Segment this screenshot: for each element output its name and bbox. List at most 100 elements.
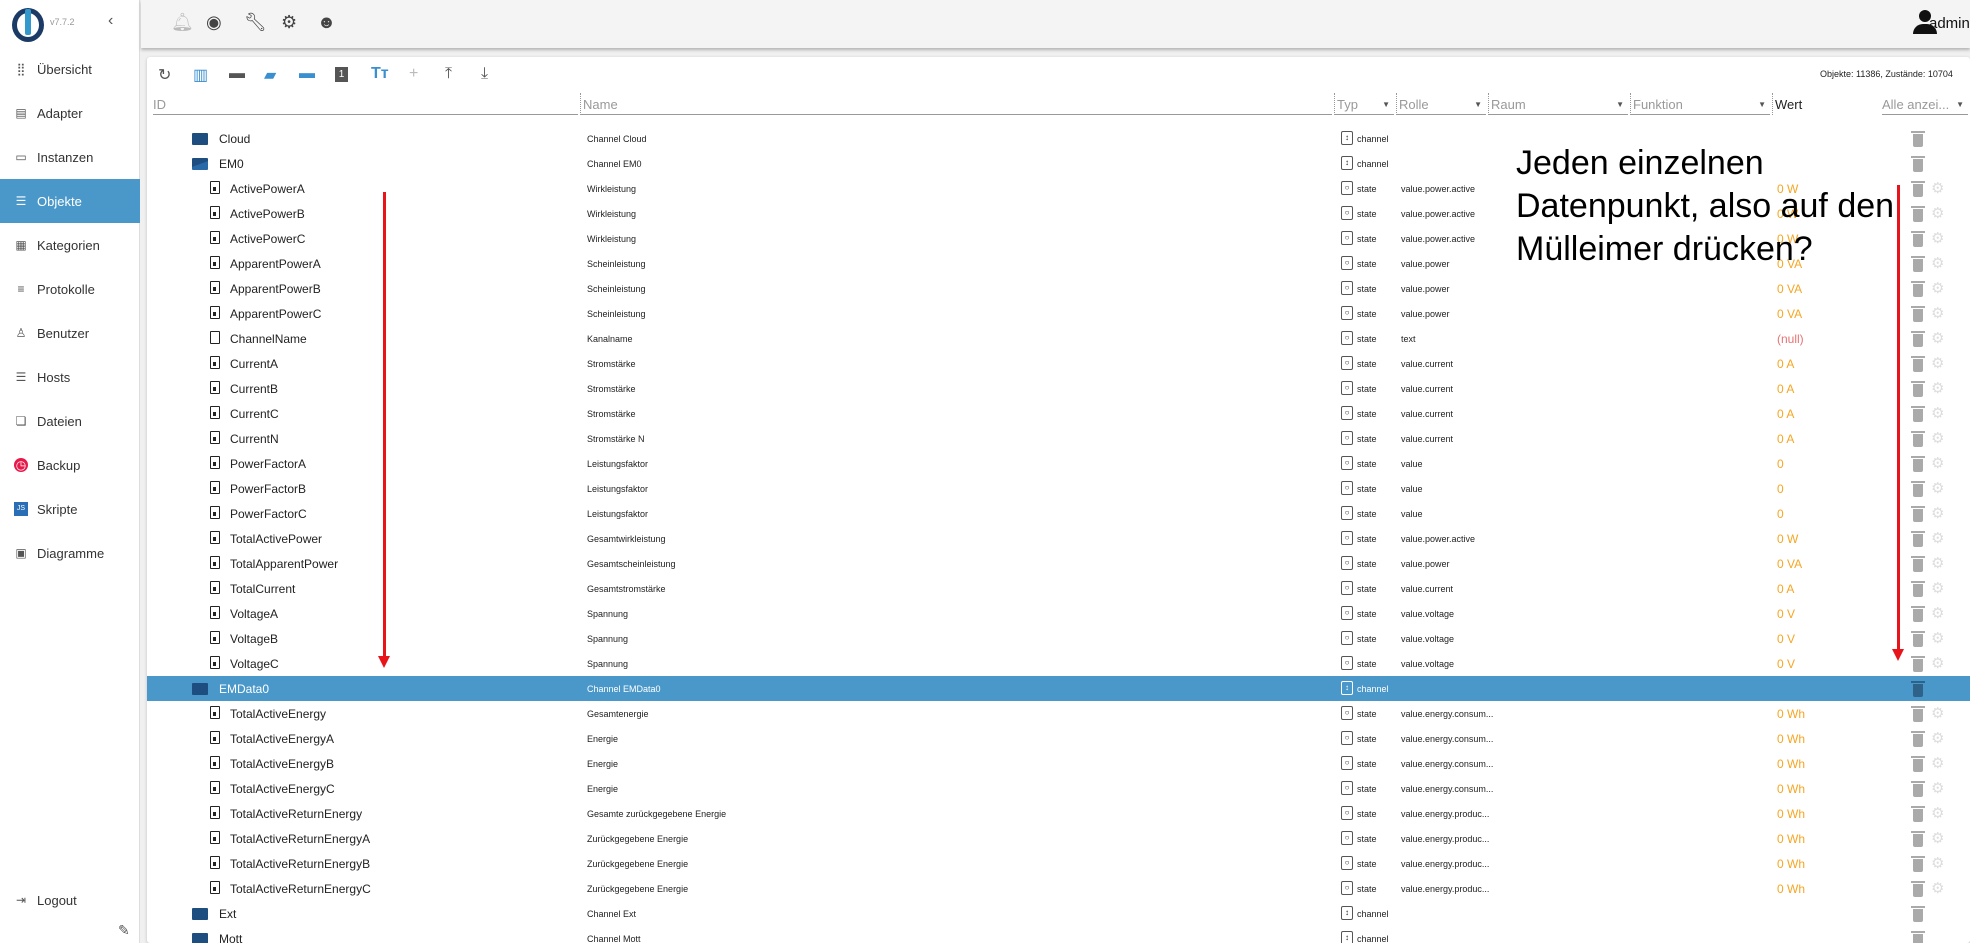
table-row[interactable]: TotalActiveEnergyB Energie ○ state value.ene… — [147, 751, 1970, 776]
download-icon[interactable]: ⤓ — [481, 65, 488, 83]
trash-icon[interactable] — [1911, 606, 1925, 622]
gear-icon[interactable]: ⚙ — [1931, 704, 1944, 722]
gear-icon[interactable]: ⚙ — [1931, 279, 1944, 297]
trash-icon[interactable] — [1911, 781, 1925, 797]
expert-head-icon[interactable]: ☻ — [317, 12, 336, 33]
trash-icon[interactable] — [1911, 931, 1925, 943]
trash-icon[interactable] — [1911, 506, 1925, 522]
object-value[interactable]: 0 V — [1777, 607, 1795, 621]
gear-icon[interactable]: ⚙ — [1931, 429, 1944, 447]
funktion-filter[interactable]: Funktion ▼ — [1630, 93, 1770, 115]
table-row[interactable]: ChannelName Kanalname ○ state text (null) ⚙ — [147, 326, 1970, 351]
object-value[interactable]: 0 W — [1777, 532, 1798, 546]
gear-icon[interactable]: ⚙ — [1931, 354, 1944, 372]
sidebar-item-skripte[interactable]: JS Skripte — [0, 487, 140, 531]
trash-icon[interactable] — [1911, 881, 1925, 897]
table-row[interactable]: VoltageA Spannung ○ state value.voltage 0 V ⚙ — [147, 601, 1970, 626]
trash-icon[interactable] — [1911, 431, 1925, 447]
object-value[interactable]: 0 V — [1777, 657, 1795, 671]
sidebar-item-übersicht[interactable]: ⣿ Übersicht — [0, 47, 140, 91]
folder-icon[interactable] — [192, 908, 208, 920]
columns-icon[interactable]: ▥ — [193, 65, 208, 85]
object-value[interactable]: 0 VA — [1777, 307, 1802, 321]
sidebar-item-instanzen[interactable]: ▭ Instanzen — [0, 135, 140, 179]
gear-icon[interactable]: ⚙ — [1931, 579, 1944, 597]
trash-icon[interactable] — [1911, 281, 1925, 297]
eye-icon[interactable]: ◉ — [206, 12, 222, 33]
gear-icon[interactable]: ⚙ — [1931, 379, 1944, 397]
sidebar-item-objekte[interactable]: ☰ Objekte — [0, 179, 140, 223]
table-row[interactable]: TotalActiveReturnEnergyA Zurückgegebene E… — [147, 826, 1970, 851]
gear-icon[interactable]: ⚙ — [1931, 754, 1944, 772]
trash-icon[interactable] — [1911, 856, 1925, 872]
table-row[interactable]: TotalActiveReturnEnergyC Zurückgegebene E… — [147, 876, 1970, 901]
folder-icon[interactable] — [192, 933, 208, 943]
gear-icon[interactable]: ⚙ — [1931, 404, 1944, 422]
object-value[interactable]: 0 Wh — [1777, 882, 1805, 896]
table-row[interactable]: TotalActivePower Gesamtwirkleistung ○ state… — [147, 526, 1970, 551]
folder-open-icon[interactable] — [192, 158, 208, 170]
table-row[interactable]: PowerFactorC Leistungsfaktor ○ state value 0 ⚙ — [147, 501, 1970, 526]
table-row[interactable]: PowerFactorA Leistungsfaktor ○ state value 0 ⚙ — [147, 451, 1970, 476]
trash-icon[interactable] — [1911, 631, 1925, 647]
add-icon[interactable]: + — [409, 65, 418, 83]
gear-icon[interactable]: ⚙ — [1931, 804, 1944, 822]
gear-icon[interactable]: ⚙ — [1931, 629, 1944, 647]
text-size-icon[interactable]: Tт — [371, 65, 389, 83]
sidebar-item-adapter[interactable]: ▤ Adapter — [0, 91, 140, 135]
trash-icon[interactable] — [1911, 731, 1925, 747]
gear-icon[interactable]: ⚙ — [1931, 479, 1944, 497]
gear-icon[interactable]: ⚙ — [1931, 304, 1944, 322]
gear-icon[interactable]: ⚙ — [1931, 729, 1944, 747]
folder-icon[interactable]: ▬ — [229, 65, 245, 83]
table-row[interactable]: CurrentN Stromstärke N ○ state value.current… — [147, 426, 1970, 451]
object-value[interactable]: 0 — [1777, 457, 1784, 471]
table-row[interactable]: TotalActiveEnergy Gesamtenergie ○ state valu… — [147, 701, 1970, 726]
table-row[interactable]: CurrentC Stromstärke ○ state value.current 0 … — [147, 401, 1970, 426]
table-row[interactable]: CurrentB Stromstärke ○ state value.current 0 … — [147, 376, 1970, 401]
trash-icon[interactable] — [1911, 381, 1925, 397]
table-row[interactable]: TotalActiveEnergyA Energie ○ state value.ene… — [147, 726, 1970, 751]
table-row[interactable]: TotalApparentPower Gesamtscheinleistung ○ s… — [147, 551, 1970, 576]
trash-icon[interactable] — [1911, 481, 1925, 497]
folder-icon[interactable] — [192, 133, 208, 145]
filter-select[interactable]: Alle anzei... ▼ — [1882, 93, 1968, 115]
trash-icon[interactable] — [1911, 406, 1925, 422]
object-value[interactable]: 0 Wh — [1777, 732, 1805, 746]
bell-icon[interactable]: 🔔︎ — [171, 12, 194, 33]
object-value[interactable]: 0 Wh — [1777, 782, 1805, 796]
object-value[interactable]: 0 Wh — [1777, 757, 1805, 771]
upload-icon[interactable]: ⤒ — [445, 65, 452, 83]
trash-icon[interactable] — [1911, 706, 1925, 722]
object-value[interactable]: 0 Wh — [1777, 807, 1805, 821]
gear-icon[interactable]: ⚙ — [1931, 879, 1944, 897]
sidebar-item-hosts[interactable]: ☰ Hosts — [0, 355, 140, 399]
table-row[interactable]: VoltageC Spannung ○ state value.voltage 0 V ⚙ — [147, 651, 1970, 676]
object-value[interactable]: 0 A — [1777, 407, 1794, 421]
trash-icon[interactable] — [1911, 831, 1925, 847]
trash-icon[interactable] — [1911, 756, 1925, 772]
object-value[interactable]: 0 VA — [1777, 557, 1802, 571]
iobroker-logo[interactable] — [12, 8, 44, 42]
table-row[interactable]: Mott Channel Mott ↕ channel — [147, 926, 1970, 943]
trash-icon[interactable] — [1911, 906, 1925, 922]
object-value[interactable]: 0 — [1777, 482, 1784, 496]
trash-icon[interactable] — [1911, 556, 1925, 572]
table-row[interactable]: PowerFactorB Leistungsfaktor ○ state value 0 ⚙ — [147, 476, 1970, 501]
gear-icon[interactable]: ⚙ — [1931, 604, 1944, 622]
table-row[interactable]: ApparentPowerB Scheinleistung ○ state value.… — [147, 276, 1970, 301]
gear-icon[interactable]: ⚙ — [1931, 779, 1944, 797]
object-value[interactable]: 0 A — [1777, 357, 1794, 371]
table-row[interactable]: TotalCurrent Gesamtstromstärke ○ state value… — [147, 576, 1970, 601]
object-value[interactable]: (null) — [1777, 332, 1804, 346]
object-value[interactable]: 0 — [1777, 507, 1784, 521]
folder-open-icon[interactable]: ▰ — [264, 65, 276, 85]
folder-open-icon[interactable] — [192, 683, 208, 695]
object-value[interactable]: 0 Wh — [1777, 857, 1805, 871]
sidebar-item-benutzer[interactable]: ♙ Benutzer — [0, 311, 140, 355]
table-row[interactable]: TotalActiveReturnEnergyB Zurückgegebene E… — [147, 851, 1970, 876]
gear-icon[interactable]: ⚙ — [1931, 829, 1944, 847]
table-row[interactable]: TotalActiveEnergyC Energie ○ state value.ene… — [147, 776, 1970, 801]
object-value[interactable]: 0 A — [1777, 432, 1794, 446]
trash-icon[interactable] — [1911, 806, 1925, 822]
